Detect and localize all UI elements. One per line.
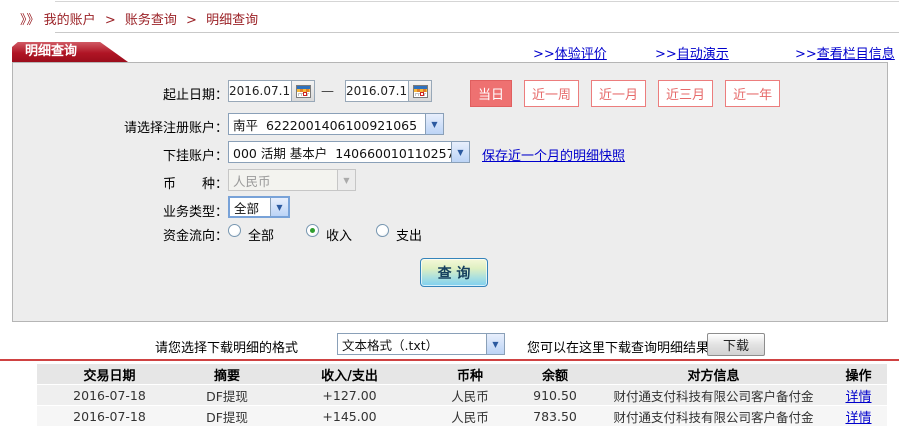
link-prefix: >> [655, 47, 677, 62]
date-to-calendar-button[interactable] [408, 81, 431, 101]
detail-query-page: 》》 我的账户 > 账务查询 > 明细查询 明细查询 >>体验评价 >>自动演示… [0, 0, 899, 426]
experience-rating-link[interactable]: >>体验评价 [533, 43, 607, 62]
biz-type-select[interactable]: 全部 ▼ [228, 196, 290, 218]
breadcrumb-divider [55, 32, 899, 33]
flow-radio-income-label[interactable]: 收入 [326, 225, 352, 244]
cell-balance: 783.50 [513, 406, 597, 426]
cell-date: 2016-07-18 [37, 406, 182, 426]
col-header-counterparty: 对方信息 [597, 364, 830, 384]
flow-radio-income[interactable] [306, 224, 319, 237]
link-prefix: >> [533, 47, 555, 62]
col-header-amount: 收入/支出 [272, 364, 427, 384]
date-to-input[interactable] [346, 81, 408, 101]
column-info-link[interactable]: >>查看栏目信息 [795, 43, 895, 62]
link-prefix: >> [795, 47, 817, 62]
date-to-field [345, 80, 432, 102]
breadcrumb-separator: > [105, 13, 116, 28]
chevron-down-icon: ▼ [486, 334, 504, 354]
download-hint-label: 您可以在这里下载查询明细结果 [527, 337, 709, 356]
transactions-table: 交易日期 摘要 收入/支出 币种 余额 对方信息 操作 2016-07-18 D… [37, 363, 887, 426]
quick-range-quarter-button[interactable]: 近三月 [658, 80, 713, 107]
quick-range-month-button[interactable]: 近一月 [591, 80, 646, 107]
chevron-down-icon: ▼ [425, 114, 443, 134]
quick-range-week-button[interactable]: 近一周 [524, 80, 579, 107]
quick-range-today-button[interactable]: 当日 [470, 80, 512, 107]
flow-label: 资金流向： [58, 225, 228, 244]
cell-summary: DF提现 [182, 406, 272, 426]
col-header-currency: 币种 [427, 364, 513, 384]
col-header-action: 操作 [830, 364, 887, 384]
download-format-label: 请您选择下载明细的格式 [155, 337, 298, 356]
col-header-date: 交易日期 [37, 364, 182, 384]
top-divider [55, 1, 899, 2]
biz-type-label: 业务类型： [58, 201, 228, 220]
sub-account-select[interactable]: 000 活期 基本户 1406600101102571848 ▼ [228, 141, 470, 163]
flow-radio-all[interactable] [228, 224, 241, 237]
cell-currency: 人民币 [427, 385, 513, 405]
cell-amount: +145.00 [272, 406, 427, 426]
cell-currency: 人民币 [427, 406, 513, 426]
breadcrumb-separator: > [186, 13, 197, 28]
breadcrumb-item-detail-query: 明细查询 [206, 13, 258, 28]
register-account-select[interactable]: 南平 6222001406100921065 灵通卡 ▼ [228, 113, 444, 135]
sub-account-label: 下挂账户： [58, 145, 228, 164]
flow-radio-expense-label[interactable]: 支出 [396, 225, 422, 244]
quick-range-year-button[interactable]: 近一年 [725, 80, 780, 107]
breadcrumb-prefix: 》》 [20, 13, 40, 28]
cell-amount: +127.00 [272, 385, 427, 405]
download-format-select[interactable]: 文本格式（.txt） ▼ [337, 333, 505, 355]
snapshot-link[interactable]: 保存近一个月的明细快照 [482, 145, 625, 164]
date-from-calendar-button[interactable] [291, 81, 314, 101]
col-header-balance: 余额 [513, 364, 597, 384]
table-row: 2016-07-18 DF提现 +145.00 人民币 783.50 财付通支付… [37, 406, 887, 426]
cell-counterparty: 财付通支付科技有限公司客户备付金 [597, 406, 830, 426]
chevron-down-icon: ▼ [337, 170, 355, 190]
auto-demo-link[interactable]: >>自动演示 [655, 43, 729, 62]
cell-counterparty: 财付通支付科技有限公司客户备付金 [597, 385, 830, 405]
breadcrumb: 》》 我的账户 > 账务查询 > 明细查询 [20, 9, 258, 28]
details-link[interactable]: 详情 [845, 411, 871, 426]
chevron-down-icon: ▼ [270, 198, 288, 216]
calendar-icon [296, 85, 311, 98]
breadcrumb-item-my-account[interactable]: 我的账户 [44, 13, 96, 28]
table-top-divider [0, 359, 899, 361]
table-header-row: 交易日期 摘要 收入/支出 币种 余额 对方信息 操作 [37, 364, 887, 384]
chevron-down-icon: ▼ [451, 142, 469, 162]
download-button[interactable]: 下载 [707, 333, 765, 356]
cell-date: 2016-07-18 [37, 385, 182, 405]
radio-dot [310, 228, 315, 233]
cell-summary: DF提现 [182, 385, 272, 405]
currency-select: 人民币 ▼ [228, 169, 356, 191]
table-row: 2016-07-18 DF提现 +127.00 人民币 910.50 财付通支付… [37, 385, 887, 405]
query-button[interactable]: 查 询 [420, 258, 488, 287]
cell-balance: 910.50 [513, 385, 597, 405]
flow-radio-expense[interactable] [376, 224, 389, 237]
details-link[interactable]: 详情 [845, 390, 871, 405]
tab-detail-query[interactable]: 明细查询 [12, 42, 128, 62]
flow-radio-all-label[interactable]: 全部 [248, 225, 274, 244]
register-account-label: 请选择注册账户： [58, 117, 228, 136]
date-from-input[interactable] [229, 81, 291, 101]
date-range-label: 起止日期： [58, 84, 228, 103]
col-header-summary: 摘要 [182, 364, 272, 384]
date-range-dash: — [321, 84, 334, 99]
currency-label: 币 种： [58, 173, 228, 192]
breadcrumb-item-account-query[interactable]: 账务查询 [125, 13, 177, 28]
calendar-icon [413, 85, 428, 98]
quick-range-buttons: 当日 近一周 近一月 近三月 近一年 [470, 80, 780, 107]
date-from-field [228, 80, 315, 102]
